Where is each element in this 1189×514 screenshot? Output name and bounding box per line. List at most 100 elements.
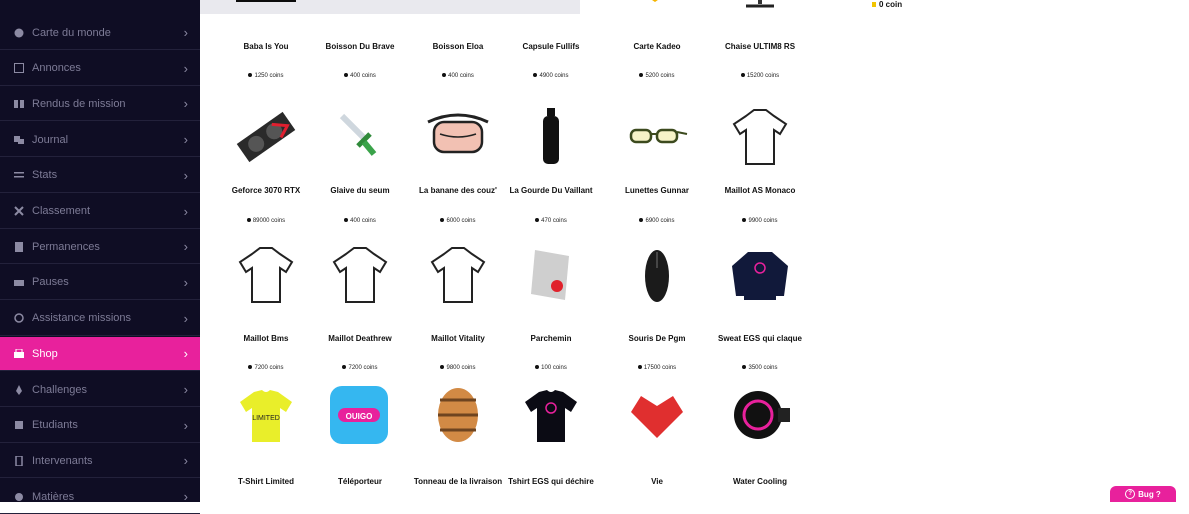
announcement-icon	[14, 63, 24, 74]
sidebar-item-rendus-de-mission[interactable]: Rendus de mission ›	[0, 87, 200, 122]
price-value: 400 coins	[350, 218, 376, 224]
speaker-icon	[14, 455, 24, 466]
mouse-icon	[645, 250, 669, 302]
sidebar-item-label: Rendus de mission	[32, 97, 126, 110]
product-price: 3500 coins	[720, 365, 800, 371]
product-name: Tonneau de la livraison	[413, 477, 503, 486]
svg-text:LIMITED: LIMITED	[252, 415, 280, 422]
coin-balance: 0 coin	[872, 0, 902, 9]
product-image	[625, 386, 689, 444]
sidebar-item-journal[interactable]: Journal ›	[0, 123, 200, 158]
product-name: Chaise ULTIM8 RS	[724, 42, 796, 51]
gpu-icon	[236, 111, 296, 163]
calendar-icon	[14, 241, 24, 252]
sidebar-item-classement[interactable]: Classement ›	[0, 195, 200, 229]
barrel-icon	[438, 388, 478, 442]
product-name: Maillot Bms	[243, 334, 289, 343]
sweater-icon	[732, 252, 788, 300]
product-image	[728, 386, 792, 444]
product-image: LIMITED	[234, 386, 298, 444]
chevron-right-icon: ›	[183, 60, 188, 76]
price-value: 7200 coins	[254, 365, 284, 371]
product-image	[328, 246, 392, 304]
sidebar-item-carte-du-monde[interactable]: Carte du monde ›	[0, 16, 200, 50]
game-icon	[236, 0, 296, 2]
shop-icon	[14, 348, 24, 359]
product-price: 6000 coins	[418, 218, 498, 224]
bottle-icon	[543, 108, 559, 164]
sidebar-item-etudiants[interactable]: Etudiants ›	[0, 409, 200, 443]
product-image	[426, 246, 490, 304]
price-value: 9900 coins	[748, 218, 778, 224]
product-price: 1250 coins	[226, 73, 306, 79]
coin-icon	[248, 73, 253, 78]
product-image	[625, 0, 689, 30]
belt-bag-icon	[427, 113, 489, 154]
coin-icon	[639, 218, 644, 223]
jersey-icon	[430, 247, 486, 303]
product-image	[519, 386, 583, 444]
sidebar-item-stats[interactable]: Stats ›	[0, 159, 200, 193]
product-name: Tshirt EGS qui déchire	[508, 477, 594, 486]
challenge-icon	[14, 384, 24, 395]
sidebar-item-matieres[interactable]: Matières ›	[0, 480, 200, 514]
product-price: 89000 coins	[226, 218, 306, 224]
product-name: Maillot Vitality	[431, 334, 485, 343]
gift-card-icon	[652, 0, 658, 2]
sidebar-item-label: Journal	[32, 133, 69, 146]
product-image	[234, 246, 298, 304]
sidebar-item-intervenants[interactable]: Intervenants ›	[0, 444, 200, 479]
product-name: Water Cooling	[733, 477, 787, 486]
chevron-right-icon: ›	[183, 382, 188, 397]
capsule-icon	[519, 0, 583, 30]
product-price: 15200 coins	[720, 73, 800, 79]
product-price: 9900 coins	[720, 218, 800, 224]
sidebar-item-challenges[interactable]: Challenges ›	[0, 373, 200, 407]
drink-icon	[426, 0, 490, 30]
jersey-icon	[732, 109, 788, 165]
sidebar-item-annonces[interactable]: Annonces ›	[0, 52, 200, 86]
sidebar-item-assistance-missions[interactable]: Assistance missions ›	[0, 302, 200, 336]
chevron-right-icon: ›	[183, 239, 188, 255]
coin-icon	[342, 365, 347, 370]
sidebar-item-label: Intervenants	[32, 454, 93, 467]
sidebar-item-shop[interactable]: Shop ›	[0, 337, 200, 372]
product-name: Maillot AS Monaco	[724, 186, 796, 195]
coin-icon	[344, 73, 349, 78]
subjects-icon	[14, 492, 24, 502]
product-image	[728, 0, 792, 30]
price-value: 470 coins	[541, 218, 567, 224]
sidebar-item-pauses[interactable]: Pauses ›	[0, 266, 200, 300]
chevron-right-icon: ›	[183, 417, 188, 433]
chevron-right-icon: ›	[183, 167, 188, 183]
price-value: 4900 coins	[539, 73, 569, 79]
product-price: 7200 coins	[320, 365, 400, 371]
journal-icon	[14, 135, 24, 145]
product-name: Téléporteur	[337, 477, 382, 486]
price-value: 17500 coins	[643, 365, 677, 371]
coin-icon	[248, 365, 253, 370]
product-name: Lunettes Gunnar	[624, 186, 689, 195]
sidebar-item-label: Shop	[32, 347, 58, 360]
product-price: 100 coins	[511, 365, 591, 371]
coin-icon	[246, 218, 251, 223]
bug-report-button[interactable]: ? Bug ?	[1110, 486, 1176, 502]
chevron-right-icon: ›	[183, 274, 188, 290]
product-name: Boisson Eloa	[432, 42, 484, 51]
product-image	[519, 246, 583, 304]
svg-text:OUIGO: OUIGO	[346, 412, 373, 421]
product-name: Carte Kadeo	[633, 42, 681, 51]
product-name: Sweat EGS qui claque	[717, 334, 803, 343]
pause-icon	[14, 277, 24, 287]
teleporter-icon: OUIGO	[330, 386, 388, 444]
product-price: 6900 coins	[617, 218, 697, 224]
sidebar-item-permanences[interactable]: Permanences ›	[0, 230, 200, 265]
sidebar: Carte du monde › Annonces › Rendus de missio…	[0, 0, 200, 514]
price-value: 100 coins	[541, 365, 567, 371]
product-image	[519, 0, 583, 30]
coin-icon	[442, 73, 447, 78]
coin-icon	[872, 2, 876, 7]
price-value: 400 coins	[448, 73, 474, 79]
product-name: Glaive du seum	[330, 186, 390, 195]
chair-icon	[746, 0, 774, 8]
